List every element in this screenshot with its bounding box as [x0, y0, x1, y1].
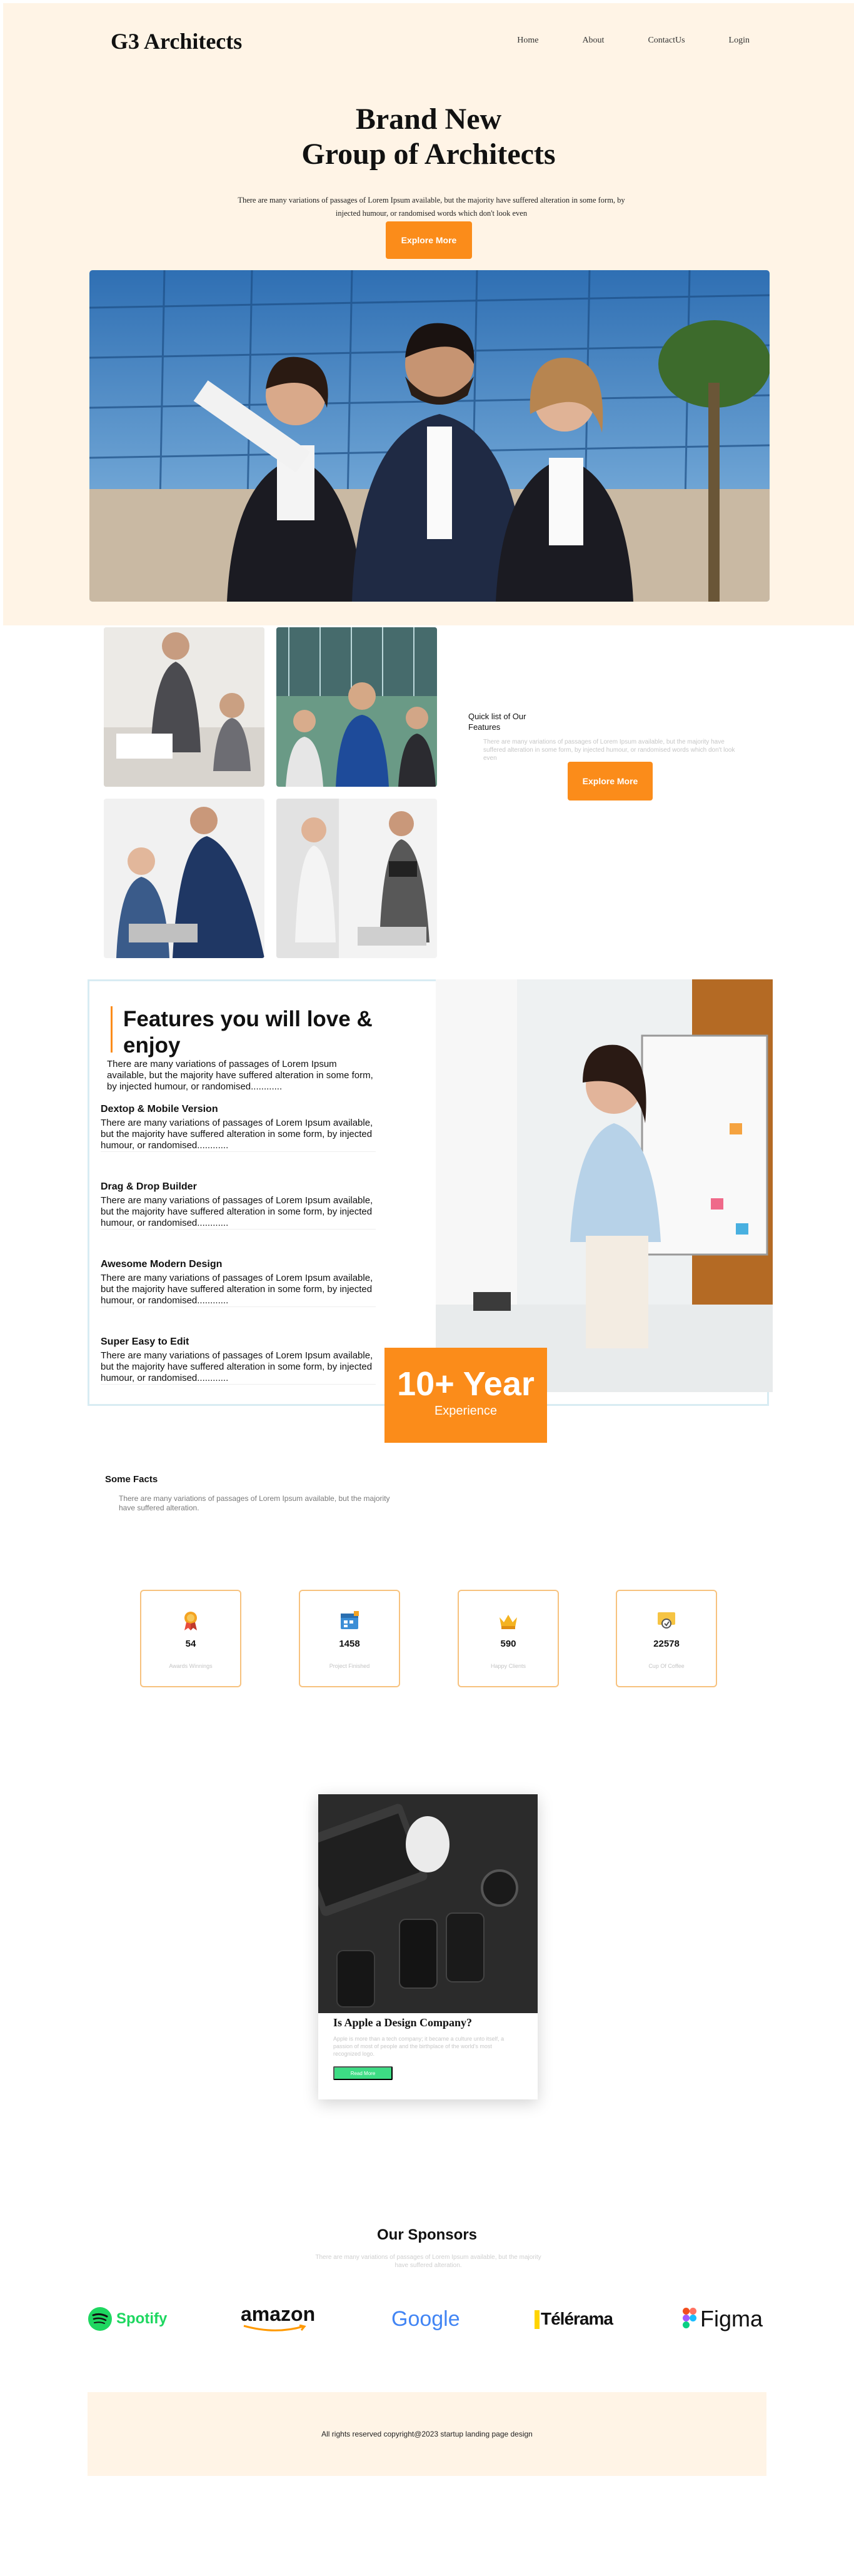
sponsor-name: Figma — [700, 2306, 763, 2331]
footer-copyright: All rights reserved copyright@2023 start… — [321, 2430, 533, 2438]
blog-devices-illustration — [318, 1794, 538, 2013]
sponsor-figma[interactable]: Figma — [681, 2303, 763, 2335]
stat-label: Happy Clients — [490, 1663, 526, 1669]
stat-card: 590 Happy Clients — [458, 1590, 559, 1687]
sponsor-google[interactable]: Google — [391, 2303, 460, 2335]
stat-value: 22578 — [653, 1639, 680, 1649]
feature-item: Drag & Drop Builder There are many varia… — [101, 1181, 376, 1230]
stat-label: Project Finished — [329, 1663, 370, 1669]
sponsor-telerama[interactable]: Télérama — [535, 2303, 613, 2335]
feature-item-title: Super Easy to Edit — [101, 1336, 189, 1347]
team-photo-3-illustration — [104, 799, 264, 958]
telerama-bar-icon — [535, 2310, 540, 2329]
blog-card[interactable]: Is Apple a Design Company? Apple is more… — [318, 1794, 538, 2099]
experience-number: 10+ Year — [397, 1365, 535, 1403]
sponsors-title: Our Sponsors — [376, 2226, 478, 2243]
hero-title: Brand New Group of Architects — [3, 102, 854, 172]
top-nav: G3 Architects Home About ContactUs Login — [111, 27, 750, 58]
team-photo-3 — [104, 799, 264, 958]
figma-icon — [683, 2308, 696, 2328]
stat-label: Cup Of Coffee — [648, 1663, 685, 1669]
hero-section: G3 Architects Home About ContactUs Login… — [3, 3, 854, 625]
blog-card-description: Apple is more than a tech company; it be… — [333, 2036, 505, 2057]
spotify-icon — [88, 2307, 112, 2331]
team-photo-2 — [276, 627, 437, 787]
hero-explore-button[interactable]: Explore More — [386, 221, 472, 259]
nav-contact-link[interactable]: ContactUs — [648, 36, 685, 46]
feature-item-title: Drag & Drop Builder — [101, 1181, 197, 1192]
sponsor-name: Google — [391, 2306, 460, 2331]
hero-team-illustration — [89, 270, 770, 602]
nav-links: Home About ContactUs Login — [473, 36, 750, 46]
team-photo-4-illustration — [276, 799, 437, 958]
experience-label: Experience — [434, 1404, 498, 1418]
sponsor-spotify[interactable]: Spotify — [88, 2303, 167, 2335]
nav-about-link[interactable]: About — [582, 36, 604, 46]
calendar-icon — [339, 1610, 360, 1631]
sponsor-name: amazon — [241, 2303, 316, 2325]
team-photo-4 — [276, 799, 437, 958]
blog-card-title[interactable]: Is Apple a Design Company? — [333, 2016, 472, 2029]
feature-item: Dextop & Mobile Version There are many v… — [101, 1104, 376, 1152]
team-photo-1 — [104, 627, 264, 787]
hero-title-line2: Group of Architects — [301, 138, 556, 171]
quick-explore-button[interactable]: Explore More — [568, 762, 653, 801]
footer: All rights reserved copyright@2023 start… — [88, 2392, 766, 2476]
team-photo-1-illustration — [104, 627, 264, 787]
facts-description: There are many variations of passages of… — [119, 1494, 390, 1512]
nav-home-link[interactable]: Home — [517, 36, 538, 46]
stat-card: 54 Awards Winnings — [140, 1590, 241, 1687]
feature-item-title: Awesome Modern Design — [101, 1259, 223, 1270]
features-office-illustration — [436, 979, 773, 1392]
hero-title-line1: Brand New — [355, 103, 502, 136]
experience-badge: 10+ Year Experience — [384, 1348, 547, 1443]
team-photo-2-illustration — [276, 627, 437, 787]
sponsor-name: Spotify — [116, 2310, 168, 2327]
features-accent-bar — [111, 1006, 113, 1053]
facts-title: Some Facts — [105, 1474, 158, 1485]
blog-card-image — [318, 1794, 538, 2013]
features-title: Features you will love & enjoy — [123, 1007, 373, 1058]
coffee-icon — [656, 1610, 677, 1631]
feature-item-title: Dextop & Mobile Version — [101, 1104, 218, 1114]
features-section: Features you will love & enjoy There are… — [88, 979, 773, 1406]
stat-value: 1458 — [339, 1639, 360, 1649]
feature-item-text: There are many variations of passages of… — [101, 1195, 373, 1228]
quick-list-description: There are many variations of passages of… — [483, 739, 735, 762]
nav-login-link[interactable]: Login — [729, 36, 750, 46]
feature-item-text: There are many variations of passages of… — [101, 1350, 373, 1383]
hero-description: There are many variations of passages of… — [238, 196, 625, 218]
features-office-image — [436, 979, 773, 1392]
quick-list-title: Quick list of Our Features — [468, 712, 526, 732]
amazon-smile-icon — [243, 2325, 306, 2331]
feature-item-text: There are many variations of passages of… — [101, 1118, 373, 1151]
stat-card: 1458 Project Finished — [299, 1590, 400, 1687]
hero-team-image — [89, 270, 770, 602]
feature-item: Super Easy to Edit There are many variat… — [101, 1336, 376, 1385]
stat-value: 590 — [500, 1639, 516, 1649]
award-icon — [180, 1610, 201, 1631]
features-intro: There are many variations of passages of… — [107, 1059, 373, 1092]
feature-item: Awesome Modern Design There are many var… — [101, 1259, 376, 1307]
logo[interactable]: G3 Architects — [111, 28, 242, 54]
stat-value: 54 — [185, 1639, 196, 1649]
feature-item-text: There are many variations of passages of… — [101, 1273, 373, 1306]
sponsor-name: Télérama — [541, 2309, 613, 2328]
stat-label: Awards Winnings — [169, 1663, 213, 1669]
stat-card: 22578 Cup Of Coffee — [616, 1590, 717, 1687]
crown-icon — [498, 1610, 519, 1631]
sponsors-description: There are many variations of passages of… — [315, 2254, 541, 2269]
read-more-button[interactable]: Read More — [333, 2066, 393, 2080]
sponsor-amazon[interactable]: amazon — [241, 2303, 315, 2335]
